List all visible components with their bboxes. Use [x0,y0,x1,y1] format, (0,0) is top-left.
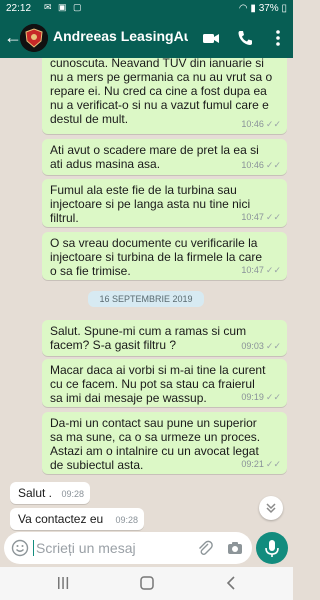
message-meta: 10:46 ✓✓ [241,119,281,129]
more-options-icon[interactable] [268,28,288,48]
message-composer[interactable]: Scrieți un mesaj [4,532,252,564]
back-icon[interactable] [224,576,240,590]
read-ticks-icon: ✓✓ [265,160,281,170]
microphone-icon[interactable] [256,532,288,564]
camera-icon[interactable] [226,539,244,562]
message-incoming[interactable]: Salut . 09:28 [10,482,90,504]
message-incoming[interactable]: Va contactez eu 09:28 [10,508,144,530]
status-time: 22:12 [6,3,32,14]
signal-icon: ▮ [250,3,256,14]
read-ticks-icon: ✓✓ [265,265,281,275]
text-caret [33,540,34,556]
status-bar: 22:12 ✉ ▣ ▢ ◠ ▮ 37% ▯ [0,0,293,18]
date-separator: 16 SEPTEMBRIE 2019 [88,291,204,307]
message-outgoing[interactable]: Ati avut o scadere mare de pret la ea si… [42,139,287,175]
battery-icon: ▯ [281,3,287,14]
system-nav-bar [0,567,293,600]
message-meta: 10:47 ✓✓ [241,212,281,222]
message-input[interactable]: Scrieți un mesaj [36,540,136,556]
read-ticks-icon: ✓✓ [265,212,281,222]
chat-header: ← Andreeas LeasingAuto... [0,18,293,58]
message-outgoing[interactable]: Fumul ala este fie de la turbina sau inj… [42,179,287,227]
scroll-down-icon[interactable] [259,496,283,520]
status-right: ◠ ▮ 37% ▯ [239,3,287,14]
message-meta: 10:46 ✓✓ [241,160,281,170]
read-ticks-icon: ✓✓ [265,341,281,351]
emoji-icon[interactable] [11,539,29,562]
video-call-icon[interactable] [201,28,221,48]
contact-name[interactable]: Andreeas LeasingAuto... [53,28,188,44]
message-meta: 09:19 ✓✓ [241,392,281,402]
attach-icon[interactable] [196,539,214,562]
read-ticks-icon: ✓✓ [265,119,281,129]
recent-apps-icon[interactable] [55,576,71,590]
message-list[interactable]: cunoscuta. Neavand TUV din ianuarie si n… [0,58,293,532]
read-ticks-icon: ✓✓ [265,459,281,469]
battery-level: 37% [258,3,279,14]
notification-icons: ✉ ▣ ▢ [44,2,84,12]
phone-icon[interactable] [235,28,255,48]
message-time: 09:28 [61,489,84,499]
message-outgoing[interactable]: O sa vreau documente cu verificarile la … [42,232,287,280]
message-time: 09:28 [115,515,138,525]
message-meta: 09:03 ✓✓ [241,341,281,351]
message-outgoing[interactable]: Salut. Spune-mi cum a ramas si cum facem… [42,320,287,356]
home-icon[interactable] [139,576,155,590]
message-meta: 09:21 ✓✓ [241,459,281,469]
wifi-icon: ◠ [238,3,248,14]
message-outgoing[interactable]: Da-mi un contact sau pune un superior sa… [42,412,287,474]
avatar[interactable] [20,24,48,52]
read-ticks-icon: ✓✓ [265,392,281,402]
message-outgoing[interactable]: Macar daca ai vorbi si m-ai tine la cure… [42,359,287,407]
message-text: cunoscuta. Neavand TUV din ianuarie si n… [50,58,273,126]
message-outgoing[interactable]: cunoscuta. Neavand TUV din ianuarie si n… [42,58,287,134]
message-meta: 10:47 ✓✓ [241,265,281,275]
